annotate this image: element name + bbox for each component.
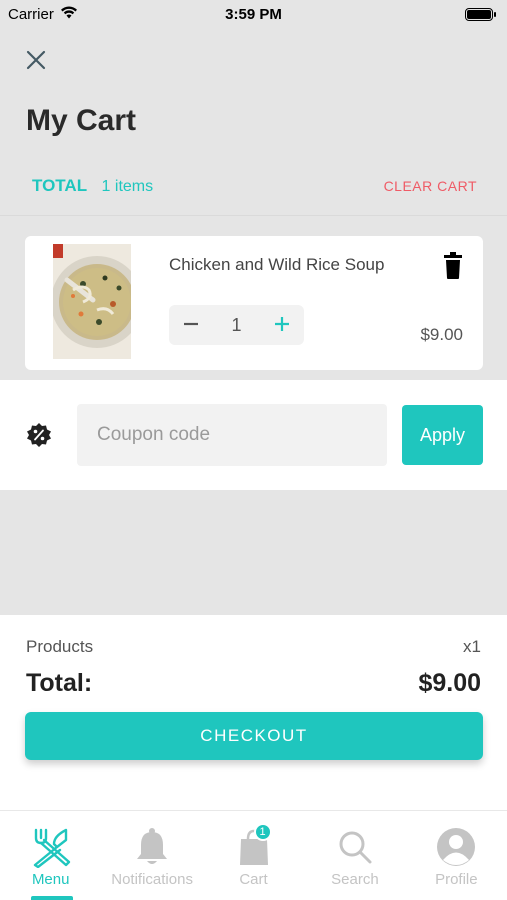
tab-label-cart: Cart [239,871,268,888]
items-count: 1 items [101,178,154,195]
cart-total-row: TOTAL 1 items CLEAR CART [0,168,507,204]
quantity-stepper: 1 [169,305,304,345]
tab-notifications[interactable]: Notifications [101,811,202,900]
apply-coupon-button[interactable]: Apply [402,405,483,465]
status-left: Carrier [8,5,78,23]
plus-icon [274,317,289,331]
delete-item-button[interactable] [441,252,465,280]
total-label-summary: Total: [26,669,93,697]
products-label: Products [26,637,94,656]
checkout-button[interactable]: CHECKOUT [25,712,483,760]
active-tab-indicator [31,896,73,900]
bag-icon: 1 [232,823,276,869]
status-bar: Carrier 3:59 PM [0,0,507,28]
total-group: TOTAL 1 items [32,176,153,196]
fork-knife-icon [29,825,73,869]
decrease-quantity-button[interactable] [183,313,199,337]
search-icon [333,825,377,869]
tab-label-search: Search [331,871,379,888]
tab-cart[interactable]: 1 Cart [203,811,304,900]
cart-item-card: Chicken and Wild Rice Soup 1 $9.00 [25,236,483,370]
clear-cart-button[interactable]: CLEAR CART [384,178,477,194]
battery-icon [465,7,496,21]
tab-profile[interactable]: Profile [406,811,507,900]
trash-icon [444,252,462,279]
products-count: x1 [463,637,481,656]
tab-bar: Menu Notifications 1 Cart Search Profile [0,810,507,900]
total-label: TOTAL [32,176,88,195]
coupon-section: Apply [0,380,507,490]
bell-icon [130,825,174,869]
order-summary: Products x1 Total: $9.00 CHECKOUT [0,615,507,810]
product-price: $9.00 [420,325,463,344]
user-icon [434,825,478,869]
tab-label-profile: Profile [435,871,478,888]
product-name: Chicken and Wild Rice Soup [169,255,385,274]
wifi-icon [60,5,78,23]
increase-quantity-button[interactable] [274,313,290,337]
tab-search[interactable]: Search [304,811,405,900]
product-image[interactable] [53,244,131,359]
total-amount: $9.00 [418,669,481,697]
tab-label-menu: Menu [31,871,70,888]
minus-icon [184,322,198,326]
coupon-code-input[interactable] [77,404,387,466]
discount-badge-icon [26,422,52,448]
page-title: My Cart [26,104,137,137]
quantity-value: 1 [231,314,242,335]
cart-badge: 1 [253,823,272,841]
close-button[interactable] [22,46,50,74]
close-icon [26,50,46,70]
tab-menu[interactable]: Menu [0,811,101,900]
carrier-label: Carrier [8,5,54,23]
divider [0,215,507,216]
tab-label-notifications: Notifications [111,871,193,888]
